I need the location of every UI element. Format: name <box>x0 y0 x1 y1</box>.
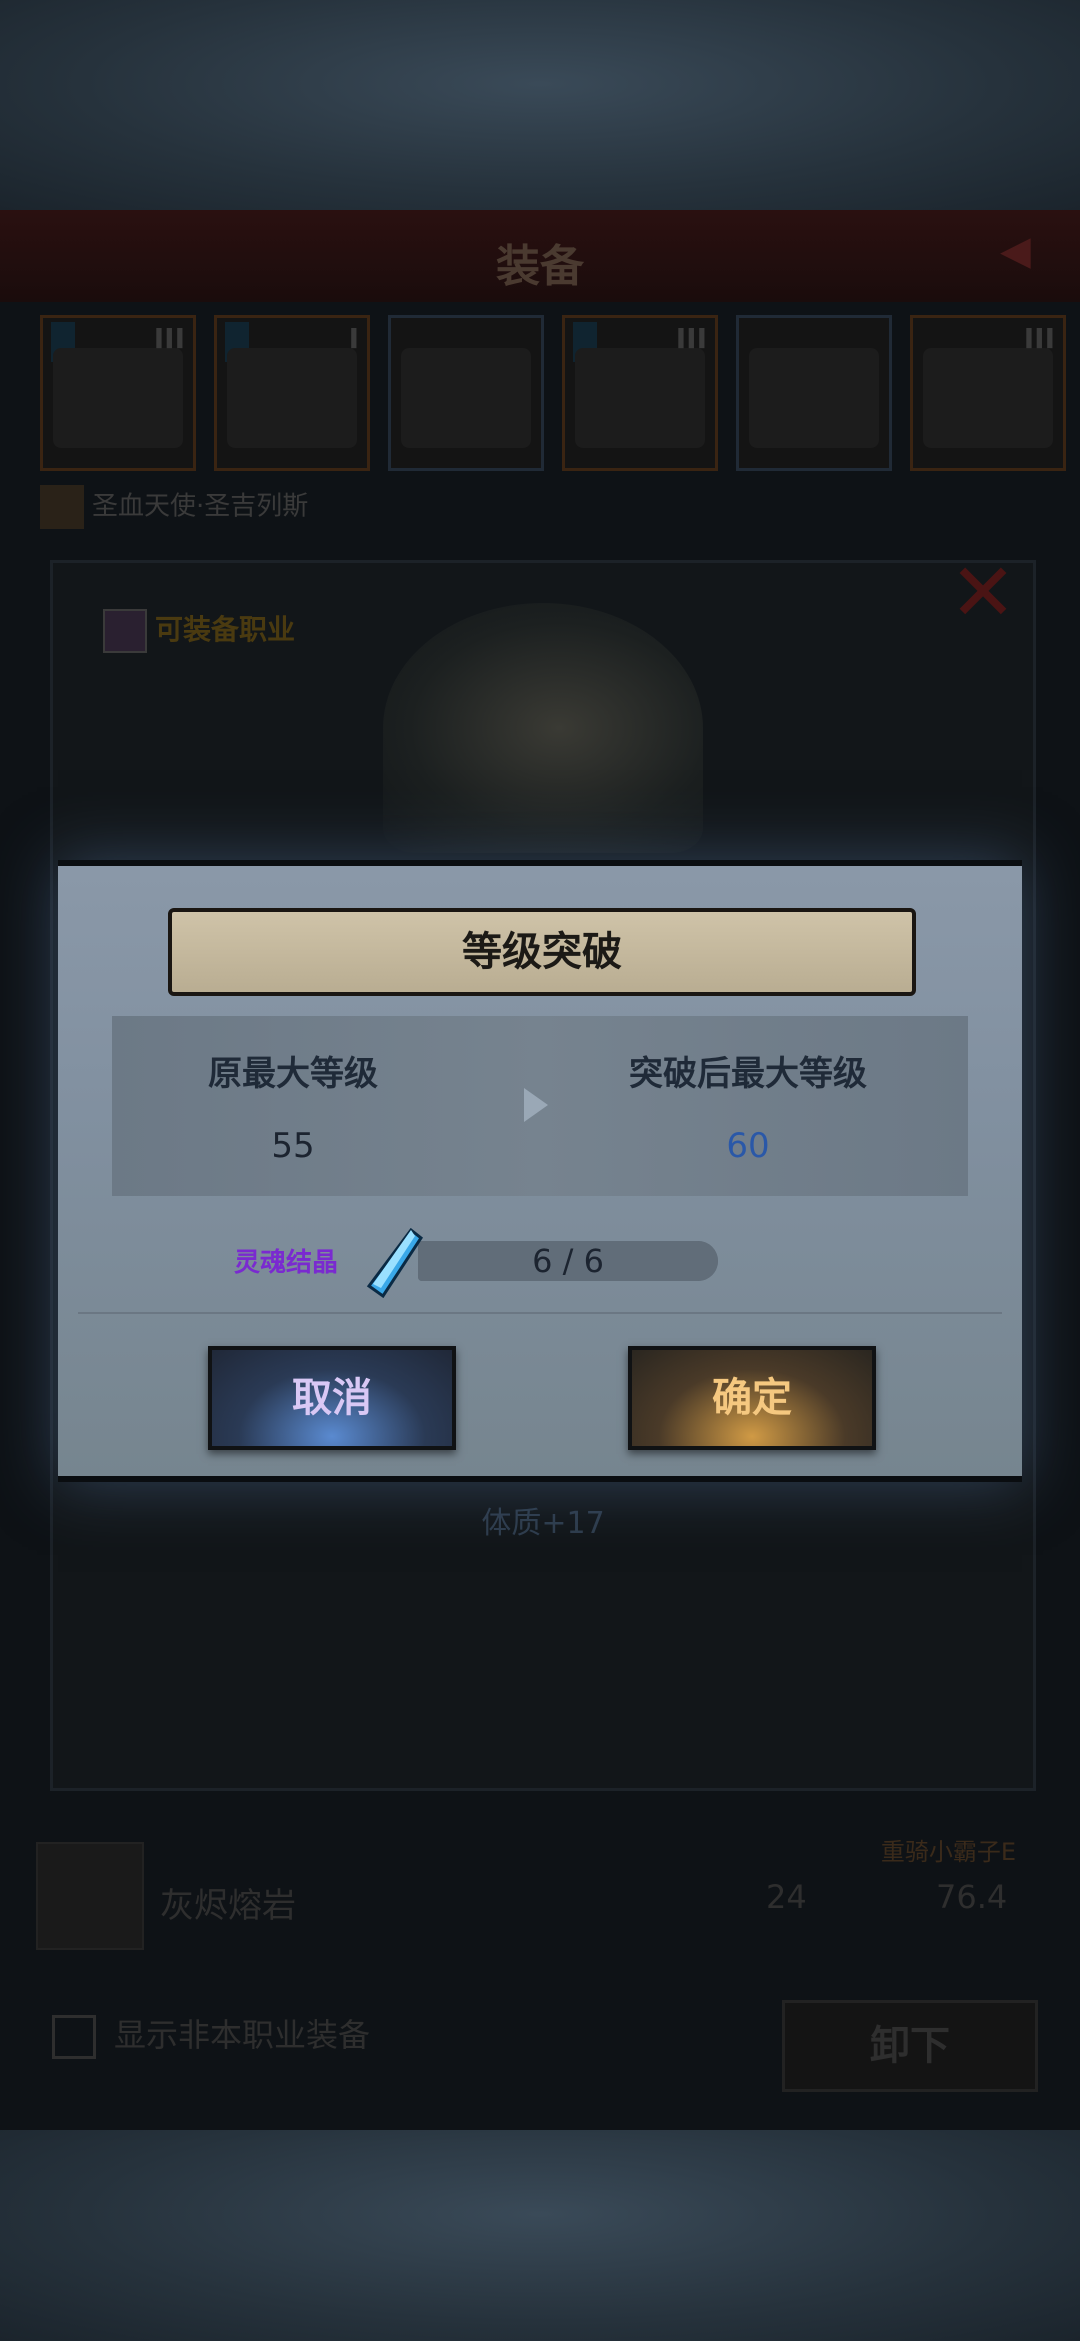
show-other-class-label: 显示非本职业装备 <box>114 2016 371 2054</box>
level-comparison: 原最大等级 55 突破后最大等级 60 <box>112 1016 968 1196</box>
new-max-level-value: 60 <box>726 1126 770 1166</box>
arrow-right-icon <box>524 1088 548 1122</box>
crystal-icon <box>366 1228 423 1298</box>
background-bottom <box>0 2130 1080 2341</box>
new-max-level-label: 突破后最大等级 <box>629 1054 867 1094</box>
equipment-slot[interactable]: III <box>562 315 718 471</box>
slot-tier: III <box>1023 322 1055 355</box>
back-icon[interactable]: ◀ <box>1000 228 1060 274</box>
cancel-button[interactable]: 取消 <box>208 1346 456 1450</box>
equipment-icon <box>36 1842 144 1950</box>
stat-line: 体质+17 <box>481 1506 605 1541</box>
level-breakthrough-dialog: 等级突破 原最大等级 55 突破后最大等级 60 灵魂结晶 6 / 6 取消 确… <box>58 860 1022 1482</box>
divider <box>78 1312 1002 1314</box>
hero-avatar <box>40 485 84 529</box>
slot-tier: III <box>153 322 185 355</box>
background-top <box>0 0 1080 210</box>
slot-tier: III <box>675 322 707 355</box>
close-icon[interactable]: ✕ <box>943 553 1023 633</box>
armor-icon <box>575 348 705 448</box>
slot-tier: I <box>348 322 359 355</box>
equipment-slot[interactable]: III <box>910 315 1066 471</box>
equipment-slot[interactable] <box>736 315 892 471</box>
show-other-class-toggle[interactable]: 显示非本职业装备 <box>52 2010 370 2059</box>
equipment-slots: III I III III <box>40 315 1066 471</box>
hero-name: 圣血天使·圣吉列斯 <box>92 491 309 522</box>
boots-icon <box>749 348 879 448</box>
helmet-icon <box>401 348 531 448</box>
confirm-button[interactable]: 确定 <box>628 1346 876 1450</box>
job-row: 可装备职业 <box>103 608 295 653</box>
equipment-slot[interactable]: III <box>40 315 196 471</box>
current-max-level-value: 55 <box>271 1126 315 1166</box>
equipment-name: 灰烬熔岩 <box>160 1886 296 1926</box>
equipment-slot[interactable] <box>388 315 544 471</box>
job-label: 可装备职业 <box>155 613 296 646</box>
unequip-button[interactable]: 卸下 <box>782 2000 1038 2092</box>
wing-icon <box>227 348 357 448</box>
equipment-score: 76.4 <box>936 1878 1008 1916</box>
equipment-list-item[interactable]: 灰烬熔岩 24 76.4 重骑小霸子E <box>36 1830 1036 1970</box>
helmet-icon <box>383 603 703 853</box>
job-icon <box>103 609 147 653</box>
screen-title: 装备 <box>496 241 584 292</box>
material-count: 6 / 6 <box>532 1242 604 1280</box>
dialog-title: 等级突破 <box>168 908 916 996</box>
weapon-icon <box>53 348 183 448</box>
checkbox[interactable] <box>52 2015 96 2059</box>
book-icon <box>923 348 1053 448</box>
material-name: 灵魂结晶 <box>234 1248 339 1278</box>
hero-line: 圣血天使·圣吉列斯 <box>40 485 308 529</box>
equipment-owner: 重骑小霸子E <box>880 1838 1016 1866</box>
equipment-level: 24 <box>766 1878 807 1916</box>
equipment-slot[interactable]: I <box>214 315 370 471</box>
current-max-level-label: 原最大等级 <box>208 1054 378 1094</box>
